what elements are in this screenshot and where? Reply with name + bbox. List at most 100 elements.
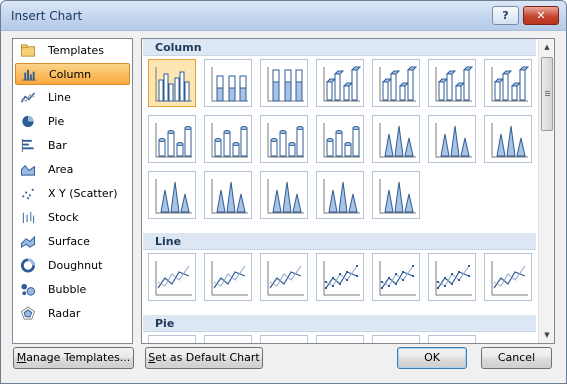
chart-type-surface[interactable]: Surface bbox=[15, 231, 130, 253]
help-button[interactable]: ? bbox=[492, 6, 519, 25]
3d-clustered-column-thumbnail[interactable] bbox=[316, 59, 364, 107]
clustered-column-thumbnail[interactable] bbox=[148, 59, 196, 107]
button-label: anage Templates... bbox=[26, 351, 131, 364]
stacked-line-icon bbox=[211, 261, 248, 296]
stacked-cylinder-thumbnail[interactable] bbox=[204, 115, 252, 163]
ok-button[interactable]: OK bbox=[397, 347, 467, 369]
3d-line-icon bbox=[491, 261, 528, 296]
clustered-cylinder-icon bbox=[155, 123, 192, 158]
pie-thumbnail[interactable] bbox=[148, 335, 196, 343]
section-header-line: Line bbox=[143, 233, 536, 250]
gallery-scrollbar[interactable]: ▲ ▼ bbox=[538, 39, 554, 343]
3d-cone-thumbnail[interactable] bbox=[148, 171, 196, 219]
chart-type-column[interactable]: Column bbox=[15, 63, 130, 85]
100-stacked-line-with-markers-thumbnail[interactable] bbox=[428, 253, 476, 301]
exploded-pie-thumbnail[interactable] bbox=[316, 335, 365, 344]
stock-chart-icon bbox=[22, 211, 35, 224]
3d-pie-icon bbox=[205, 336, 253, 344]
scroll-down-arrow-icon[interactable]: ▼ bbox=[539, 327, 554, 343]
100-stacked-cylinder-thumbnail[interactable] bbox=[260, 115, 308, 163]
3d-exploded-pie-thumbnail[interactable] bbox=[372, 335, 421, 344]
chart-type-label: Pie bbox=[48, 115, 65, 128]
line-icon bbox=[155, 261, 192, 296]
stacked-pyramid-thumbnail[interactable] bbox=[260, 171, 308, 219]
set-as-default-chart-button[interactable]: Set as Default Chart bbox=[145, 347, 263, 369]
3d-pyramid-icon bbox=[379, 179, 416, 214]
chart-type-label: Templates bbox=[48, 44, 104, 57]
line-with-markers-thumbnail[interactable] bbox=[316, 253, 364, 301]
100-stacked-column-thumbnail[interactable] bbox=[260, 59, 308, 107]
3d-stacked-column-thumbnail[interactable] bbox=[372, 59, 420, 107]
chart-type-line[interactable]: Line bbox=[15, 87, 130, 109]
100-stacked-line-thumbnail[interactable] bbox=[260, 253, 308, 301]
chart-type-bar[interactable]: Bar bbox=[15, 135, 130, 157]
3d-line-thumbnail[interactable] bbox=[484, 253, 532, 301]
line-chart-icon bbox=[20, 92, 36, 103]
stacked-line-thumbnail[interactable] bbox=[204, 253, 252, 301]
100-stacked-column-icon bbox=[267, 67, 304, 102]
scroll-up-arrow-icon[interactable]: ▲ bbox=[539, 39, 554, 55]
chart-type-label: Stock bbox=[48, 211, 79, 224]
3d-pie-thumbnail[interactable] bbox=[204, 335, 253, 344]
chart-type-label: Line bbox=[48, 91, 71, 104]
100-stacked-line-icon bbox=[267, 261, 304, 296]
bar-chart-icon bbox=[21, 138, 34, 153]
scroll-thumb[interactable] bbox=[541, 57, 553, 131]
3d-exploded-pie-icon bbox=[373, 336, 421, 344]
100-stacked-cylinder-icon bbox=[267, 123, 304, 158]
section-title: Line bbox=[155, 235, 182, 248]
stacked-column-thumbnail[interactable] bbox=[204, 59, 252, 107]
line-thumbnail[interactable] bbox=[148, 253, 196, 301]
chart-type-doughnut[interactable]: Doughnut bbox=[15, 255, 130, 277]
manage-templates-button[interactable]: Manage Templates... bbox=[13, 347, 134, 369]
stacked-line-with-markers-thumbnail[interactable] bbox=[372, 253, 420, 301]
bar-of-pie-icon bbox=[429, 336, 477, 344]
clustered-pyramid-thumbnail[interactable] bbox=[204, 171, 252, 219]
chart-type-pie[interactable]: Pie bbox=[15, 111, 130, 133]
close-button[interactable]: ✕ bbox=[523, 6, 559, 25]
100-stacked-pyramid-thumbnail[interactable] bbox=[316, 171, 364, 219]
stacked-cone-thumbnail[interactable] bbox=[428, 115, 476, 163]
grip-line bbox=[545, 95, 550, 96]
bar-of-pie-thumbnail[interactable] bbox=[428, 335, 477, 344]
insert-chart-dialog: Insert Chart ? ✕ Templates Column Line Pie B… bbox=[0, 0, 567, 384]
pie-chart-icon bbox=[22, 115, 34, 128]
stacked-column-icon bbox=[211, 67, 248, 102]
chart-type-area[interactable]: Area bbox=[15, 159, 130, 181]
radar-chart-icon bbox=[20, 306, 36, 320]
chart-type-stock[interactable]: Stock bbox=[15, 207, 130, 229]
clustered-cone-icon bbox=[379, 123, 416, 158]
stacked-cone-icon bbox=[435, 123, 472, 158]
clustered-column-icon bbox=[155, 67, 192, 102]
dialog-title: Insert Chart bbox=[11, 9, 83, 23]
exploded-pie-icon bbox=[317, 336, 365, 344]
chart-type-radar[interactable]: Radar bbox=[15, 303, 130, 325]
scatter-chart-icon bbox=[22, 188, 34, 200]
chart-type-templates[interactable]: Templates bbox=[15, 40, 130, 62]
3d-column-thumbnail[interactable] bbox=[484, 59, 532, 107]
clustered-cylinder-thumbnail[interactable] bbox=[148, 115, 196, 163]
cancel-button[interactable]: Cancel bbox=[481, 347, 552, 369]
chart-type-label: Area bbox=[48, 163, 74, 176]
column-chart-icon bbox=[22, 69, 36, 81]
3d-pyramid-thumbnail[interactable] bbox=[372, 171, 420, 219]
folder-icon bbox=[20, 44, 36, 57]
chart-type-bubble[interactable]: Bubble bbox=[15, 279, 130, 301]
clustered-cone-thumbnail[interactable] bbox=[372, 115, 420, 163]
accelerator-key: M bbox=[16, 351, 27, 364]
chart-type-label: Bubble bbox=[48, 283, 87, 296]
chart-type-label: X Y (Scatter) bbox=[48, 187, 118, 200]
pie-of-pie-thumbnail[interactable] bbox=[260, 335, 309, 344]
chart-type-label: Column bbox=[49, 68, 92, 81]
3d-100-stacked-column-thumbnail[interactable] bbox=[428, 59, 476, 107]
3d-cylinder-thumbnail[interactable] bbox=[316, 115, 364, 163]
100-stacked-cone-icon bbox=[491, 123, 528, 158]
stacked-line-with-markers-icon bbox=[379, 261, 416, 296]
section-header-pie: Pie bbox=[143, 315, 536, 332]
section-header-column: Column bbox=[143, 39, 536, 56]
bubble-chart-icon bbox=[21, 283, 36, 296]
pie-of-pie-icon bbox=[261, 336, 309, 344]
100-stacked-cone-thumbnail[interactable] bbox=[484, 115, 532, 163]
grip-line bbox=[545, 93, 550, 94]
chart-type-x-y-scatter[interactable]: X Y (Scatter) bbox=[15, 183, 130, 205]
